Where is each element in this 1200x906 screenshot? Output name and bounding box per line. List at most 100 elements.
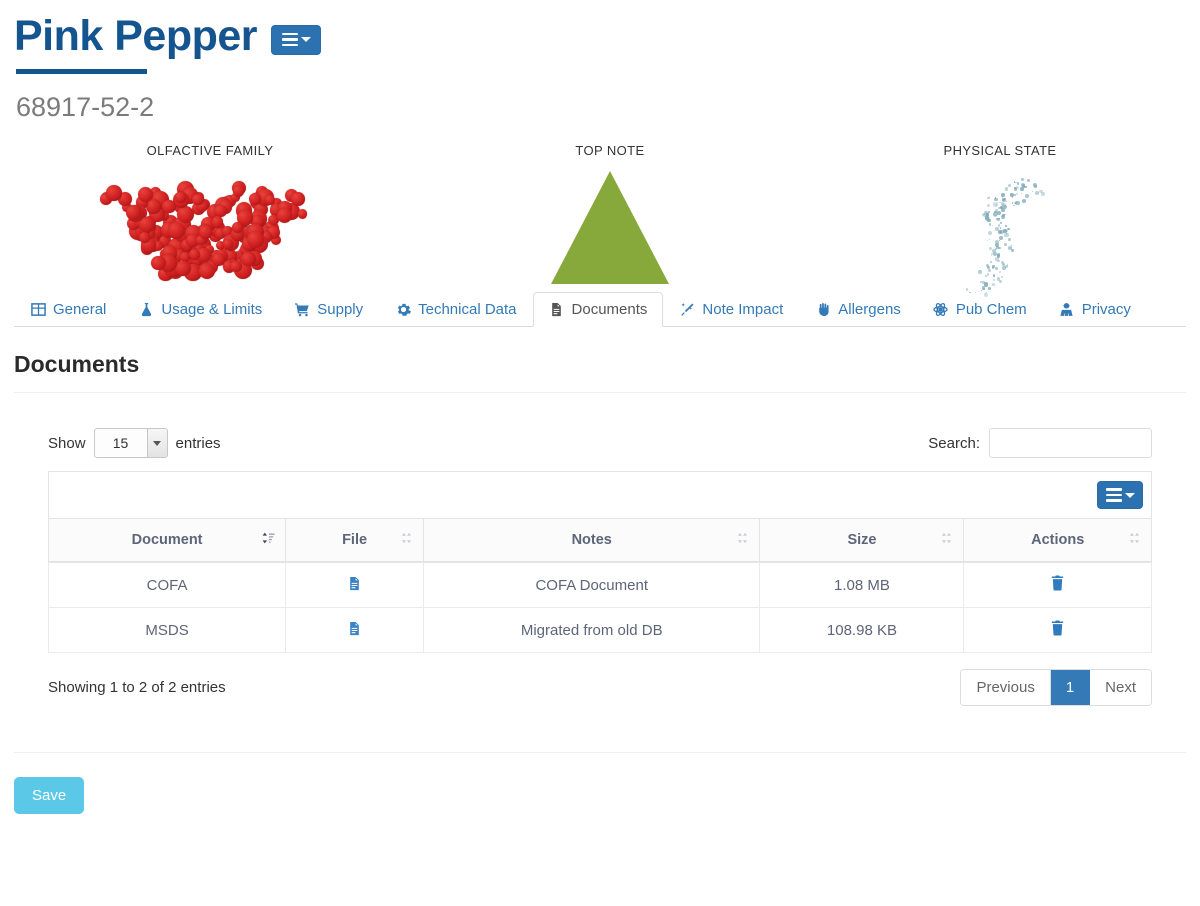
tab-label: Usage & Limits [161,301,263,319]
preview-label-top-note: TOP NOTE [575,143,645,159]
preview-image-top-note [420,164,800,285]
datatable-search-control: Search: [928,428,1152,459]
tab-pub-chem[interactable]: Pub Chem [917,292,1043,327]
preview-label-physical-state: PHYSICAL STATE [943,143,1057,159]
peppercorns-image [100,169,310,284]
file-text-icon[interactable] [347,576,362,591]
tab-note-impact[interactable]: Note Impact [663,292,799,327]
column-header-notes[interactable]: Notes [423,518,761,564]
table-body: COFA COFA Document 1.08 MB MSDS Migrated fro… [47,561,1152,654]
tab-label: Note Impact [702,301,784,319]
cell-file [285,607,425,654]
sort-icon [736,531,749,549]
show-label: Show [48,434,86,452]
magic-wand-icon [679,302,695,317]
preview-image-olfactive [0,164,420,284]
title-menu-button[interactable] [271,24,322,55]
page-section-title: Documents [14,351,140,378]
tab-label: Allergens [838,301,901,319]
title-underline [16,69,147,75]
tab-label: Technical Data [418,301,517,319]
cell-file [285,561,425,609]
tab-label: Supply [317,301,364,319]
cell-document: MSDS [47,607,287,654]
pagination-page-1[interactable]: 1 [1050,670,1091,706]
column-header-label: Notes [571,532,612,549]
tab-allergens[interactable]: Allergens [799,292,917,327]
tab-privacy[interactable]: Privacy [1043,292,1147,327]
page-length-value: 15 [94,429,147,458]
page-root: Pink Pepper 68917-52-2 OLFACTIVE FAMILY … [0,0,1200,906]
preview-physical-state: PHYSICAL STATE [800,143,1200,298]
tab-bar: General Usage & Limits Supply Technical Dat… [14,287,1186,328]
section-divider [14,392,1186,394]
save-button[interactable]: Save [14,777,85,815]
column-header-label: Size [847,532,877,549]
delete-button[interactable] [1050,620,1065,636]
documents-datatable: Show 15 entries Search: Document File No… [47,423,1152,707]
column-header-label: Actions [1031,532,1085,549]
datatable-footer: Showing 1 to 2 of 2 entries Previous 1 Nex… [48,669,1152,707]
sort-ascending-icon [262,531,275,549]
tab-supply[interactable]: Supply [278,292,379,327]
column-header-label: Document [131,532,203,549]
tab-documents[interactable]: Documents [532,292,664,328]
title-row: Pink Pepper [14,12,1200,60]
delete-button[interactable] [1050,575,1065,591]
entries-label: entries [175,434,221,452]
pagination: Previous 1 Next [960,669,1152,707]
search-input[interactable] [989,428,1152,459]
hand-icon [815,302,831,317]
pagination-next[interactable]: Next [1090,670,1151,706]
flask-icon [138,302,154,317]
file-text-icon [549,302,565,317]
documents-table: Document File Notes Size Actions COFA COFA Do… [47,518,1152,654]
hamburger-icon [281,32,298,47]
footer-divider [14,752,1186,754]
hamburger-icon [1105,488,1122,502]
preview-label-olfactive: OLFACTIVE FAMILY [146,143,274,159]
page-length-select[interactable]: 15 [93,428,168,459]
cell-actions [963,607,1152,654]
tab-label: Privacy [1081,301,1131,319]
tab-technical-data[interactable]: Technical Data [379,292,532,327]
chevron-down-icon [1124,492,1135,498]
tab-label: General [53,301,107,319]
preview-olfactive-family: OLFACTIVE FAMILY [0,143,420,283]
green-triangle-icon [551,171,669,285]
documents-section: Documents Show 15 entries Search: Docume… [0,351,1200,707]
cell-actions [963,561,1152,609]
cell-size: 1.08 MB [759,561,965,609]
column-header-document[interactable]: Document [47,518,287,564]
tab-usage-limits[interactable]: Usage & Limits [122,292,278,327]
table-row: MSDS Migrated from old DB 108.98 KB [47,607,1152,654]
cell-notes: Migrated from old DB [423,607,761,654]
page-header: Pink Pepper 68917-52-2 [0,0,1200,123]
pagination-previous[interactable]: Previous [961,670,1051,706]
cell-notes: COFA Document [423,561,761,609]
sort-icon [1128,531,1141,549]
tab-general[interactable]: General [14,292,122,327]
user-secret-icon [1059,302,1075,317]
column-header-file[interactable]: File [285,518,425,564]
datatable-controls: Show 15 entries Search: [48,423,1152,463]
tab-label: Documents [571,301,648,319]
column-header-size[interactable]: Size [759,518,965,564]
table-header-row: Document File Notes Size Actions [47,518,1152,564]
column-header-actions[interactable]: Actions [963,518,1152,564]
shopping-cart-icon [294,302,310,317]
file-text-icon[interactable] [347,621,362,636]
sort-icon [940,531,953,549]
column-header-label: File [342,532,368,549]
datatable-toolbar [48,471,1152,519]
tab-label: Pub Chem [955,301,1027,319]
datatable-length-control: Show 15 entries [48,428,221,459]
water-splash-image [945,169,1055,298]
table-menu-button[interactable] [1097,481,1143,510]
cas-number: 68917-52-2 [16,92,155,123]
cell-document: COFA [47,561,287,609]
gear-icon [395,302,411,317]
preview-panels: OLFACTIVE FAMILY TOP NOTE PHYSICAL STATE [0,143,1200,298]
table-row: COFA COFA Document 1.08 MB [47,561,1152,609]
page-title: Pink Pepper [14,12,258,60]
